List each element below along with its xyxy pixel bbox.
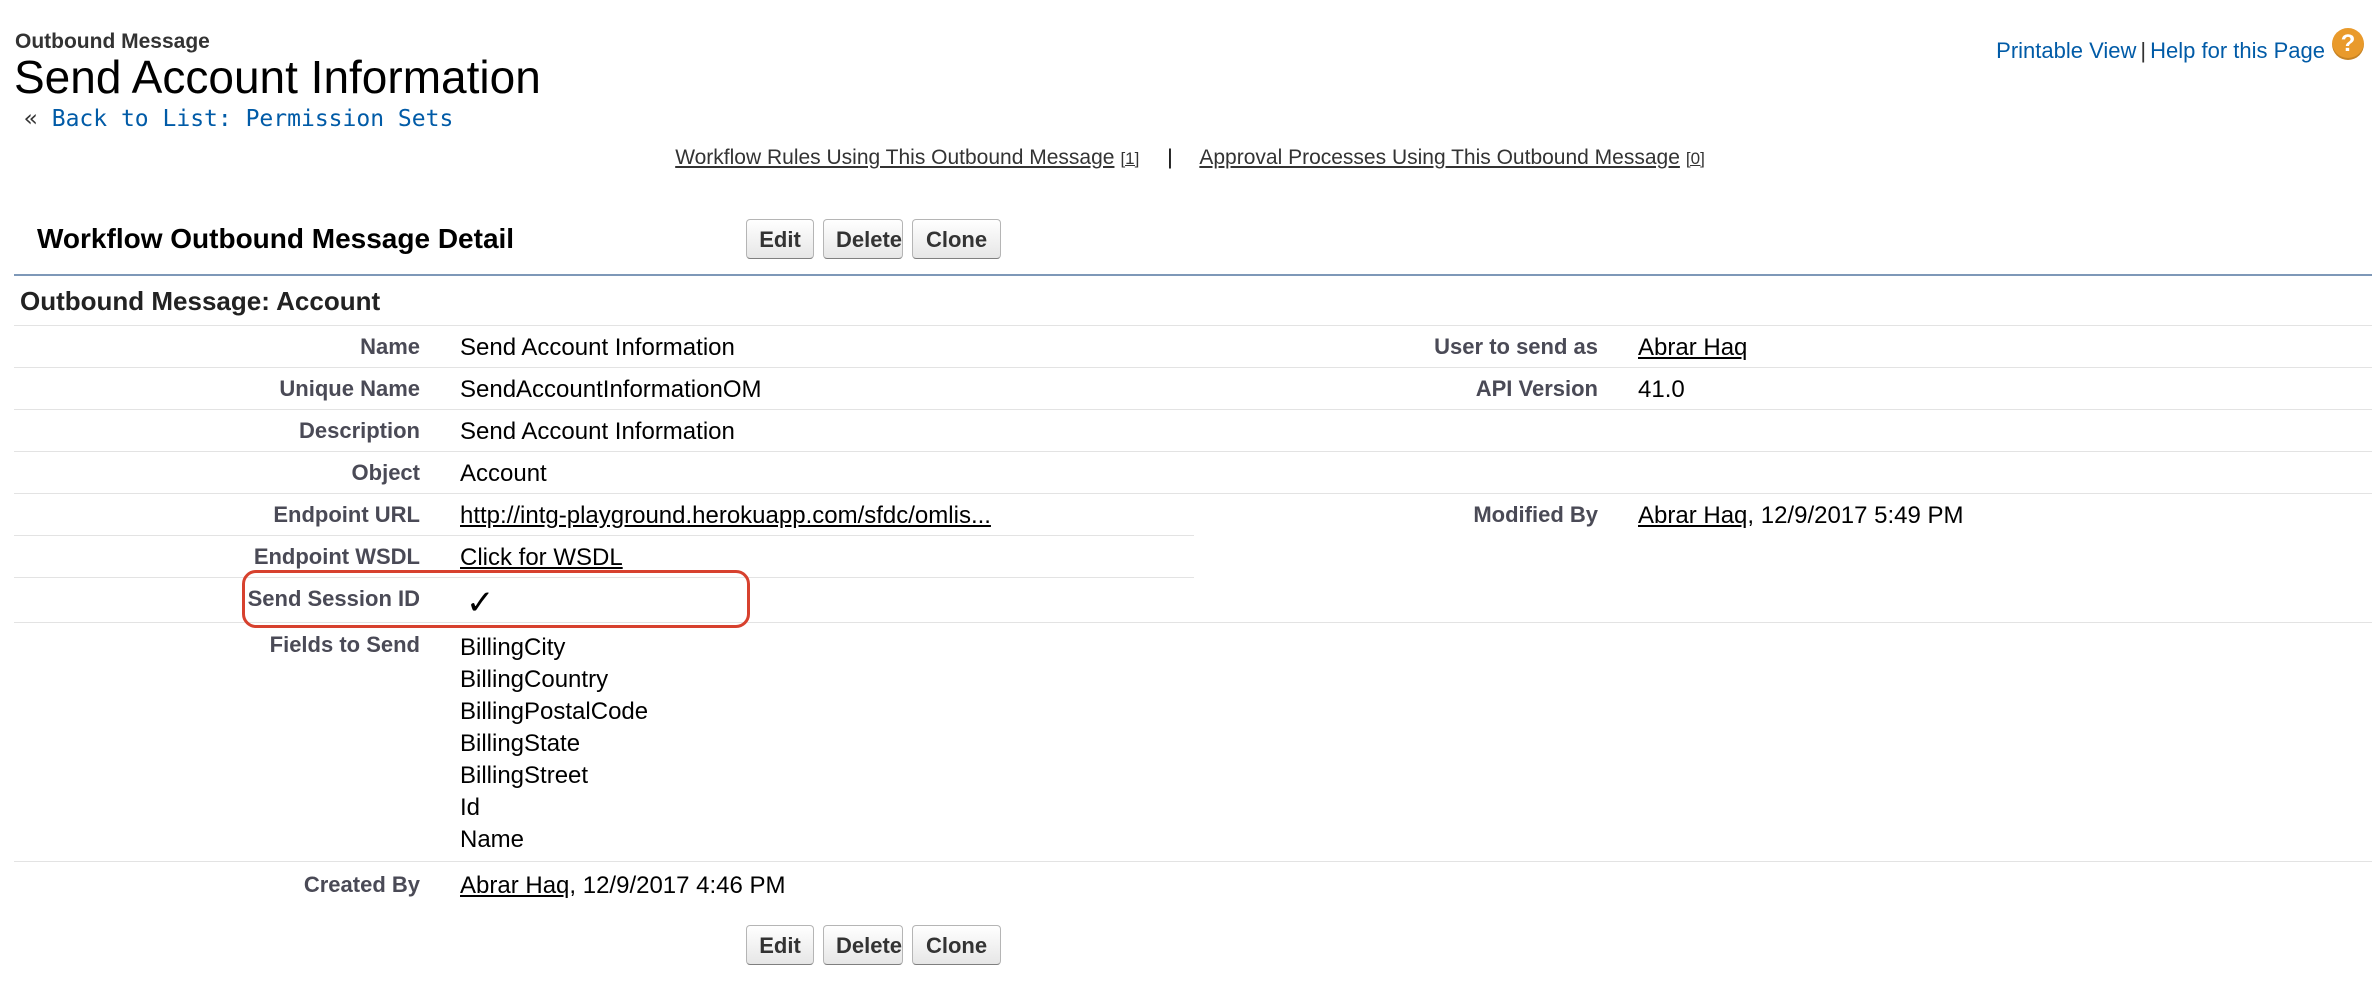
unique-name-label: Unique Name	[279, 376, 420, 401]
list-item: BillingCity	[460, 634, 566, 661]
utility-separator: |	[2140, 38, 2147, 63]
detail-section-header: Workflow Outbound Message Detail	[37, 223, 515, 254]
list-item: BillingCountry	[460, 666, 609, 693]
delete-button[interactable]: Delete	[823, 219, 903, 259]
related-links-separator: |	[1167, 146, 1173, 169]
fields-to-send-label: Fields to Send	[269, 632, 420, 657]
list-item: BillingState	[460, 730, 581, 757]
endpoint-wsdl-link[interactable]: Click for WSDL	[460, 544, 623, 572]
workflow-rules-link[interactable]: Workflow Rules Using This Outbound Messa…	[675, 146, 1114, 169]
delete-button[interactable]: Delete	[823, 925, 903, 965]
created-by-value: Abrar Haq, 12/9/2017 4:46 PM	[460, 872, 786, 900]
question-mark-icon[interactable]: ?	[2332, 28, 2364, 60]
top-button-row: Edit Delete Clone	[746, 219, 1010, 259]
description-label: Description	[298, 418, 420, 443]
modified-by-date: , 12/9/2017 5:49 PM	[1747, 502, 1964, 529]
row-divider	[14, 409, 2372, 410]
row-divider	[14, 535, 1194, 536]
workflow-rules-count[interactable]: [1]	[1120, 149, 1139, 168]
user-to-send-as-link[interactable]: Abrar Haq	[1638, 334, 1747, 362]
help-for-this-page-link[interactable]: Help for this Page	[2150, 38, 2325, 63]
list-item: Name	[460, 826, 525, 853]
list-item: BillingPostalCode	[460, 698, 649, 725]
list-item: BillingStreet	[460, 762, 589, 789]
created-by-label: Created By	[303, 872, 420, 897]
page-utility-links: Printable View | Help for this Page	[1996, 38, 2325, 64]
api-version-value: 41.0	[1638, 376, 1685, 403]
clone-button[interactable]: Clone	[912, 219, 1001, 259]
back-to-list: « Back to List: Permission Sets	[24, 106, 453, 132]
created-by-date: , 12/9/2017 4:46 PM	[569, 872, 786, 899]
clone-button[interactable]: Clone	[912, 925, 1001, 965]
section-divider	[14, 274, 2372, 276]
related-list-links: Workflow Rules Using This Outbound Messa…	[0, 146, 2380, 170]
endpoint-wsdl-label: Endpoint WSDL	[253, 544, 420, 569]
row-divider	[14, 861, 2372, 862]
unique-name-value: SendAccountInformationOM	[460, 376, 762, 403]
row-divider	[14, 493, 2372, 494]
page-title: Send Account Information	[14, 51, 541, 103]
modified-by-user-link[interactable]: Abrar Haq	[1638, 502, 1747, 529]
back-to-list-link[interactable]: Back to List: Permission Sets	[52, 106, 454, 132]
printable-view-link[interactable]: Printable View	[1996, 38, 2136, 63]
description-value: Send Account Information	[460, 418, 735, 445]
fields-to-send-list: BillingCity BillingCountry BillingPostal…	[460, 632, 648, 856]
bottom-button-row: Edit Delete Clone	[746, 925, 1010, 965]
list-item: Id	[460, 794, 481, 821]
row-divider	[14, 367, 2372, 368]
modified-by-value: Abrar Haq, 12/9/2017 5:49 PM	[1638, 502, 1964, 530]
row-divider	[14, 325, 2372, 326]
user-to-send-as-label: User to send as	[1434, 334, 1598, 359]
endpoint-url-link[interactable]: http://intg-playground.herokuapp.com/sfd…	[460, 502, 991, 530]
name-label: Name	[360, 334, 420, 359]
object-value: Account	[460, 460, 547, 487]
back-prefix: «	[24, 106, 38, 132]
edit-button[interactable]: Edit	[746, 219, 814, 259]
created-by-user-link[interactable]: Abrar Haq	[460, 872, 569, 899]
modified-by-label: Modified By	[1473, 502, 1598, 527]
object-label: Object	[351, 460, 420, 485]
send-session-id-highlight	[242, 570, 750, 628]
endpoint-url-label: Endpoint URL	[273, 502, 420, 527]
name-value: Send Account Information	[460, 334, 735, 361]
edit-button[interactable]: Edit	[746, 925, 814, 965]
approval-processes-count[interactable]: [0]	[1686, 149, 1705, 168]
api-version-label: API Version	[1475, 376, 1598, 401]
section-title: Outbound Message: Account	[20, 286, 381, 316]
row-divider	[14, 451, 2372, 452]
approval-processes-link[interactable]: Approval Processes Using This Outbound M…	[1199, 146, 1680, 169]
